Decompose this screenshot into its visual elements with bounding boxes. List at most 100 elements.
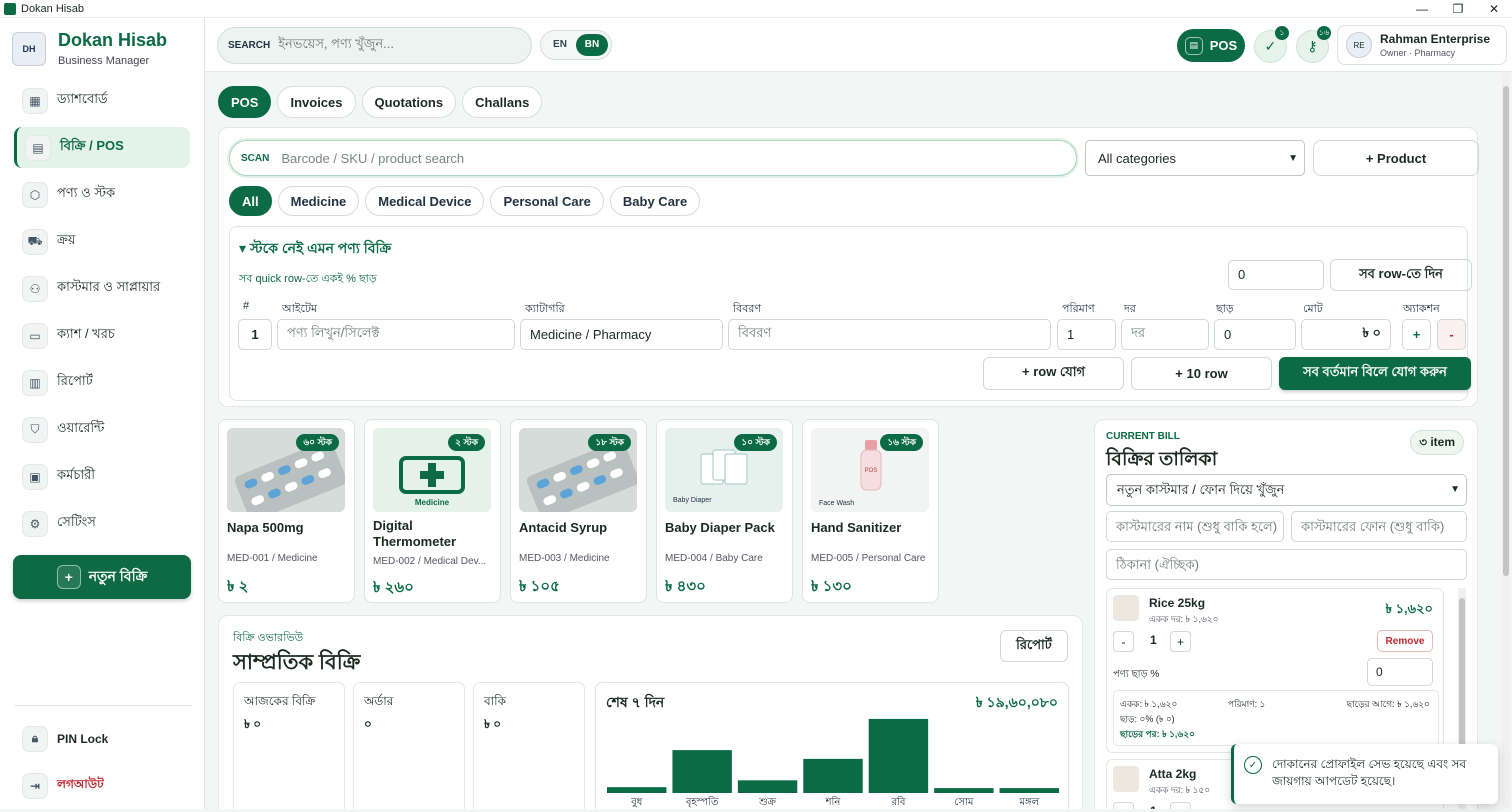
add-all-to-bill-button[interactable]: সব বর্তমান বিলে যোগ করুন xyxy=(1279,357,1471,390)
product-price: ৳ ২ xyxy=(227,578,249,595)
gear-icon: ⚙ xyxy=(22,510,48,537)
minimize-icon[interactable]: — xyxy=(1404,0,1440,18)
language-toggle[interactable]: EN BN xyxy=(540,30,612,60)
qty-plus-button[interactable]: + xyxy=(1170,802,1191,809)
sidebar-item-0[interactable]: ▦ ড্যাশবোর্ড xyxy=(14,80,190,121)
report-button[interactable]: রিপোর্ট xyxy=(1000,630,1068,662)
sidebar-item-4[interactable]: ⚇ কাস্টমার ও সাপ্লায়ার xyxy=(14,268,190,309)
product-card[interactable]: ১৮ স্টক Antacid Syrup MED-003 / Medicine… xyxy=(510,419,647,603)
product-image-pills: ১৮ স্টক xyxy=(519,428,637,512)
brand-name: Dokan Hisab xyxy=(58,30,168,50)
bill-scrollbar-thumb[interactable] xyxy=(1459,598,1465,748)
scan-input[interactable]: SCAN Barcode / SKU / product search xyxy=(229,140,1077,176)
tab-challans[interactable]: Challans xyxy=(462,86,543,118)
brand-subtitle: Business Manager xyxy=(58,55,150,67)
item-discount-input[interactable]: 0 xyxy=(1367,658,1433,686)
category-select[interactable]: All categories ▼ xyxy=(1085,140,1305,176)
summary-qty: পরিমাণ: ১ xyxy=(1228,699,1266,709)
quantity-input[interactable]: 1 xyxy=(1057,319,1116,350)
chip-all[interactable]: All xyxy=(229,186,272,216)
chart-bar xyxy=(934,788,994,793)
row-remove-button[interactable]: - xyxy=(1437,319,1466,350)
apply-all-rows-button[interactable]: সব row-তে দিন xyxy=(1330,259,1472,291)
item-qty: 1 xyxy=(1150,804,1157,809)
sidebar-item-5[interactable]: ▭ ক্যাশ / খরচ xyxy=(14,315,190,356)
col-header-discount: ছাড় xyxy=(1216,303,1234,315)
summary-unit: একক: ৳ ১,৬২০ xyxy=(1120,699,1178,709)
success-toast: ✓ দোকানের প্রোফাইল সেভ হয়েছে এবং সব জায… xyxy=(1231,744,1498,804)
page-scrollbar[interactable] xyxy=(1502,72,1510,809)
close-icon[interactable]: ✕ xyxy=(1476,0,1512,18)
customer-select-value: নতুন কাস্টমার / ফোন দিয়ে খুঁজুন xyxy=(1117,482,1285,497)
chart-bar xyxy=(999,788,1059,793)
remove-item-button[interactable]: Remove xyxy=(1377,630,1433,652)
sidebar-item-1[interactable]: ▤ বিক্রি / POS xyxy=(14,127,190,168)
sidebar-bottom-item-1[interactable]: ⇥ লগআউট xyxy=(14,765,190,806)
sidebar-item-7[interactable]: ⛉ ওয়ারেন্টি xyxy=(14,409,190,450)
lock-icon: 🔒︎ xyxy=(22,725,48,752)
lang-en[interactable]: EN xyxy=(544,34,576,56)
category-input[interactable]: Medicine / Pharmacy xyxy=(520,319,723,350)
global-search-input[interactable]: SEARCH ইনভয়েস, পণ্য খুঁজুন... xyxy=(217,27,532,64)
calendar-icon: ▣ xyxy=(22,463,48,490)
sidebar-bottom-item-0[interactable]: 🔒︎ PIN Lock xyxy=(14,718,190,759)
product-card[interactable]: Medicine ২ স্টক Digital Thermometer MED-… xyxy=(364,419,501,603)
bill-item: Rice 25kg একক দর: ৳ ১,৬২০ ৳ ১,৬২০ - 1 + … xyxy=(1106,588,1444,753)
sidebar-item-label: লগআউট xyxy=(57,776,104,791)
item-input[interactable]: পণ্য লিখুন/সিলেক্ট xyxy=(277,319,515,350)
sidebar-item-6[interactable]: ▥ রিপোর্ট xyxy=(14,362,190,403)
sidebar-item-3[interactable]: ⛟ ক্রয় xyxy=(14,221,190,262)
sidebar-item-2[interactable]: ⬡ পণ্য ও স্টক xyxy=(14,174,190,215)
page-scrollbar-thumb[interactable] xyxy=(1503,86,1509,576)
bulk-discount-input[interactable]: 0 xyxy=(1228,260,1324,290)
description-input[interactable]: বিবরণ xyxy=(728,319,1051,350)
customer-phone-input[interactable]: কাস্টমারের ফোন (শুধু বাকি) xyxy=(1291,511,1467,542)
sidebar-item-9[interactable]: ⚙ সেটিংস xyxy=(14,503,190,544)
pos-button[interactable]: ▤ POS xyxy=(1177,29,1245,62)
lang-bn[interactable]: BN xyxy=(576,34,608,56)
rate-input[interactable]: দর xyxy=(1121,319,1209,350)
qty-minus-button[interactable]: - xyxy=(1113,631,1134,652)
sidebar-divider xyxy=(14,705,192,706)
add-10-rows-button[interactable]: + 10 row xyxy=(1131,357,1272,390)
item-unit-price: একক দর: ৳ ১৫০ xyxy=(1149,785,1211,795)
discount-input[interactable]: 0 xyxy=(1214,319,1296,350)
stat-orders: অর্ডার ০ xyxy=(353,682,465,809)
stock-badge: ১০ স্টক xyxy=(734,434,777,451)
qty-minus-button[interactable]: - xyxy=(1113,802,1134,809)
quick-sale-title[interactable]: ▾ স্টকে নেই এমন পণ্য বিক্রি xyxy=(239,237,391,261)
product-image-bottle: POS Face Wash ১৬ স্টক xyxy=(811,428,929,512)
stock-badge: ১৬ স্টক xyxy=(880,434,923,451)
tab-pos[interactable]: POS xyxy=(218,86,272,118)
chip-personal-care[interactable]: Personal Care xyxy=(490,186,604,216)
profile-button[interactable]: RE Rahman Enterprise Owner · Pharmacy xyxy=(1337,25,1507,65)
summary-after-discount: ছাড়ের পর: ৳ ১,৬২০ xyxy=(1120,729,1195,739)
customer-select[interactable]: নতুন কাস্টমার / ফোন দিয়ে খুঁজুন ▼ xyxy=(1106,474,1467,506)
product-card[interactable]: POS Face Wash ১৬ স্টক Hand Sanitizer MED… xyxy=(802,419,939,603)
col-header-description: বিবরণ xyxy=(733,303,762,315)
sidebar-item-label: পণ্য ও স্টক xyxy=(57,185,116,200)
product-card[interactable]: ৬০ স্টক Napa 500mg MED-001 / Medicine ৳ … xyxy=(218,419,355,603)
chip-baby-care[interactable]: Baby Care xyxy=(609,186,701,216)
customer-name-input[interactable]: কাস্টমারের নাম (শুধু বাকি হলে) xyxy=(1106,511,1284,542)
chip-medical-device[interactable]: Medical Device xyxy=(365,186,485,216)
address-input[interactable]: ঠিকানা (ঐচ্ছিক) xyxy=(1106,549,1467,580)
add-row-button[interactable]: + row যোগ xyxy=(983,357,1124,390)
product-sku: MED-004 / Baby Care xyxy=(665,553,763,564)
maximize-icon[interactable]: ❐ xyxy=(1440,0,1476,18)
wallet-icon: ▭ xyxy=(22,322,48,349)
qty-plus-button[interactable]: + xyxy=(1170,631,1191,652)
tab-quotations[interactable]: Quotations xyxy=(361,86,457,118)
chart-x-label: সোম xyxy=(954,797,974,808)
col-header-rate: দর xyxy=(1124,303,1136,315)
chip-medicine[interactable]: Medicine xyxy=(277,186,360,216)
row-add-button[interactable]: + xyxy=(1402,319,1431,350)
tab-invoices[interactable]: Invoices xyxy=(277,86,356,118)
key-button[interactable]: ⚷ ১৬ xyxy=(1296,26,1331,63)
product-card[interactable]: Baby Diaper ১০ স্টক Baby Diaper Pack MED… xyxy=(656,419,793,603)
col-header-action: অ্যাকশন xyxy=(1403,303,1440,315)
check-status-button[interactable]: ✓ ১ xyxy=(1254,26,1289,63)
new-sale-button[interactable]: + নতুন বিক্রি xyxy=(13,555,191,599)
add-product-button[interactable]: + Product xyxy=(1313,140,1479,176)
sidebar-item-8[interactable]: ▣ কর্মচারী xyxy=(14,456,190,497)
